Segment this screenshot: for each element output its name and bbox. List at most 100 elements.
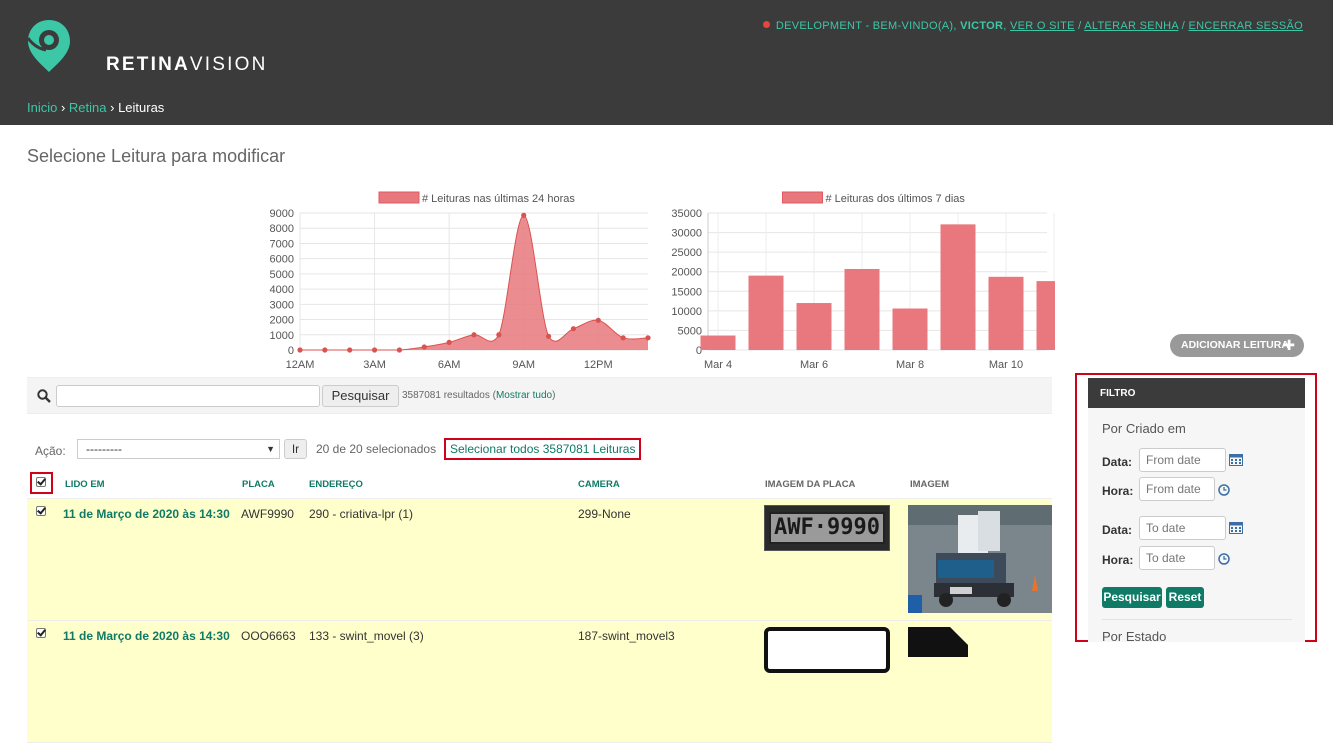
- to-time-input[interactable]: To date: [1139, 546, 1215, 570]
- legend-label: # Leituras dos últimos 7 dias: [826, 193, 966, 205]
- show-all-link[interactable]: Mostrar tudo: [496, 390, 552, 401]
- truck-photo-icon: [908, 505, 1052, 613]
- data-point: [471, 332, 477, 338]
- bar: [700, 335, 736, 350]
- row-date-link[interactable]: 11 de Março de 2020 às 14:30: [63, 629, 230, 643]
- data-point: [297, 347, 303, 353]
- filter-search-button[interactable]: Pesquisar: [1102, 587, 1162, 608]
- y-tick-label: 0: [288, 345, 294, 357]
- user-tools: DEVELOPMENT - BEM-VINDO(A), VICTOR, VER …: [762, 20, 1303, 32]
- plate-image-text: AWF·9990: [769, 512, 885, 544]
- row-checkbox[interactable]: [36, 628, 46, 638]
- to-date-input[interactable]: To date: [1139, 516, 1226, 540]
- x-tick-label: 9AM: [512, 359, 535, 371]
- bar: [748, 275, 784, 350]
- plate-image: AWF·9990: [764, 505, 890, 551]
- y-tick-label: 1000: [270, 330, 294, 342]
- row-checkbox[interactable]: [36, 506, 46, 516]
- x-tick-label: Mar 8: [896, 359, 924, 371]
- data-point: [371, 347, 378, 353]
- breadcrumb-home[interactable]: Inicio: [27, 100, 57, 115]
- calendar-icon[interactable]: [1229, 453, 1243, 466]
- x-tick-label: Mar 4: [704, 359, 732, 371]
- brand-name: RETINAVISION: [106, 54, 268, 75]
- vehicle-image: [908, 627, 968, 657]
- filter-panel-highlight: FILTRO Por Criado em Data: From date Hor…: [1075, 373, 1317, 644]
- col-lido-em[interactable]: LIDO EM: [65, 479, 105, 490]
- date-to-label: Data:: [1102, 523, 1133, 537]
- select-all-checkbox[interactable]: [36, 477, 46, 487]
- search-toolbar: Pesquisar 3587081 resultados (Mostrar tu…: [27, 377, 1052, 414]
- table-row: 11 de Março de 2020 às 14:30 AWF9990 290…: [27, 499, 1052, 621]
- calendar-icon[interactable]: [1229, 521, 1243, 534]
- vehicle-image: [908, 505, 1052, 613]
- y-tick-label: 5000: [678, 325, 702, 337]
- filter-section-created: Por Criado em: [1102, 421, 1186, 436]
- add-reading-button[interactable]: ADICIONAR LEITURA ✚: [1170, 334, 1304, 357]
- clock-icon[interactable]: [1218, 484, 1230, 496]
- filter-title: FILTRO: [1088, 378, 1305, 408]
- page-title: Selecione Leitura para modificar: [27, 146, 286, 166]
- action-select[interactable]: --------- ▼: [77, 439, 280, 459]
- from-date-input[interactable]: From date: [1139, 448, 1226, 472]
- search-input[interactable]: [56, 385, 320, 407]
- y-tick-label: 10000: [671, 306, 702, 318]
- select-all-link[interactable]: Selecionar todos 3587081 Leituras: [444, 438, 642, 460]
- row-address: 133 - swint_movel (3): [309, 629, 424, 643]
- search-icon: [37, 389, 51, 403]
- row-plate: AWF9990: [241, 507, 294, 521]
- data-point: [496, 332, 502, 338]
- data-point: [322, 347, 328, 353]
- table-row: 11 de Março de 2020 às 14:30 OOO6663 133…: [27, 621, 1052, 743]
- y-tick-label: 4000: [270, 284, 294, 296]
- filter-reset-button[interactable]: Reset: [1166, 587, 1204, 608]
- y-tick-label: 30000: [671, 228, 702, 240]
- bar: [1036, 281, 1055, 350]
- col-imagem-da-placa: IMAGEM DA PLACA: [765, 479, 856, 490]
- go-button[interactable]: Ir: [284, 439, 307, 459]
- x-tick-label: Mar 10: [989, 359, 1023, 371]
- chevron-down-icon: ▼: [266, 444, 275, 454]
- logout-link[interactable]: ENCERRAR SESSÃO: [1188, 20, 1303, 32]
- col-endereco[interactable]: ENDEREÇO: [309, 479, 363, 490]
- bar: [796, 303, 832, 350]
- plus-icon: ✚: [1283, 337, 1295, 353]
- row-date-link[interactable]: 11 de Março de 2020 às 14:30: [63, 507, 230, 521]
- breadcrumb-current: Leituras: [118, 100, 165, 115]
- data-point: [570, 326, 577, 332]
- row-camera: 299-None: [578, 507, 631, 521]
- header-bar: RETINAVISION DEVELOPMENT - BEM-VINDO(A),…: [0, 0, 1333, 125]
- breadcrumb-retina[interactable]: Retina: [69, 100, 107, 115]
- search-button[interactable]: Pesquisar: [322, 385, 399, 407]
- data-point: [645, 335, 651, 341]
- col-imagem: IMAGEM: [910, 479, 950, 490]
- retina-vision-logo[interactable]: RETINAVISION: [24, 16, 265, 76]
- y-tick-label: 5000: [270, 269, 294, 281]
- bar: [988, 276, 1024, 350]
- action-label: Ação:: [35, 444, 66, 458]
- area-fill: [300, 215, 648, 350]
- data-point: [595, 317, 601, 323]
- row-address: 290 - criativa-lpr (1): [309, 507, 414, 521]
- time-to-label: Hora:: [1102, 553, 1134, 567]
- x-tick-label: 12AM: [286, 359, 315, 371]
- y-tick-label: 15000: [671, 286, 702, 298]
- breadcrumb: Inicio › Retina › Leituras: [27, 100, 165, 115]
- change-password-link[interactable]: ALTERAR SENHA: [1084, 20, 1178, 32]
- date-from-label: Data:: [1102, 455, 1133, 469]
- data-point: [620, 335, 626, 341]
- time-from-label: Hora:: [1102, 484, 1134, 498]
- from-time-input[interactable]: From date: [1139, 477, 1215, 501]
- data-point: [521, 212, 527, 218]
- col-camera[interactable]: CAMERA: [578, 479, 620, 490]
- clock-icon[interactable]: [1218, 553, 1230, 565]
- col-placa[interactable]: PLACA: [242, 479, 275, 490]
- row-plate: OOO6663: [241, 629, 296, 643]
- y-tick-label: 7000: [270, 238, 294, 250]
- y-tick-label: 6000: [270, 254, 294, 266]
- x-tick-label: 12PM: [584, 359, 613, 371]
- data-point: [545, 333, 552, 339]
- legend-swatch: [782, 191, 823, 204]
- view-site-link[interactable]: VER O SITE: [1010, 20, 1075, 32]
- legend-swatch: [378, 191, 420, 204]
